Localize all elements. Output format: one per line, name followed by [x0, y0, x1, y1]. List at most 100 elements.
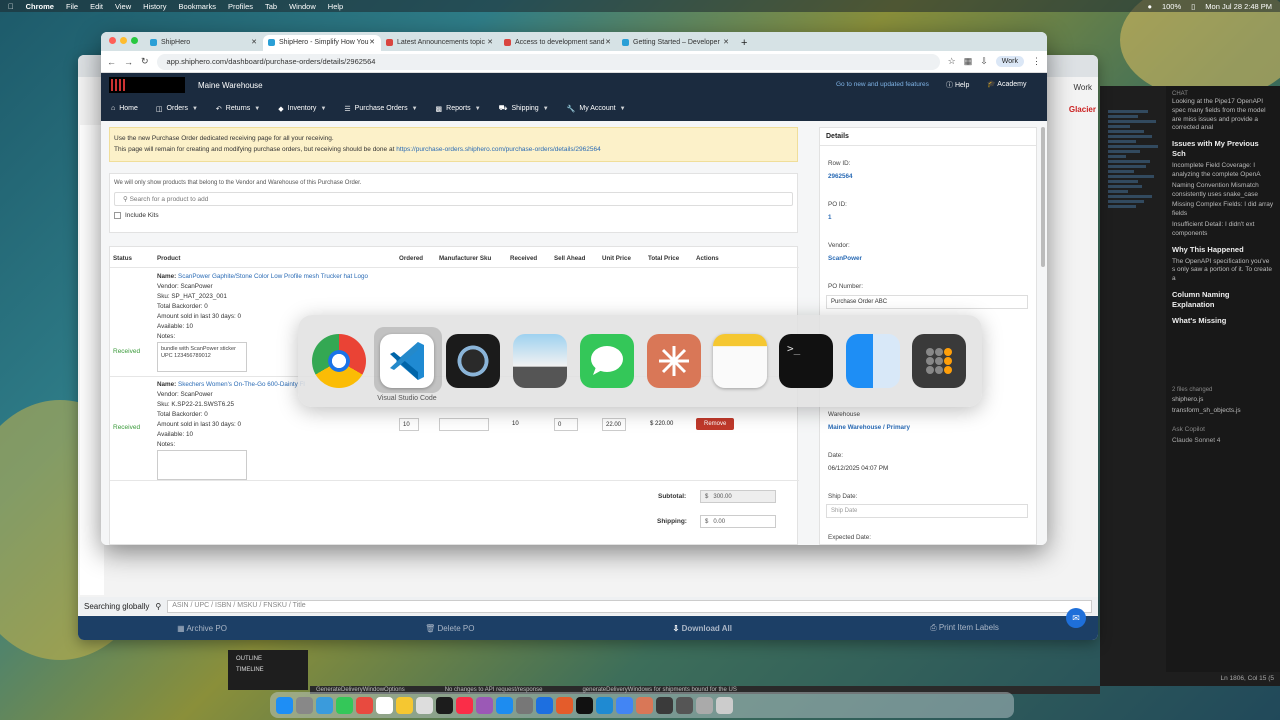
claude-icon[interactable]	[647, 334, 701, 388]
tab-shiphero-active[interactable]: ShipHero - Simplify How You ✕	[263, 35, 381, 51]
settings-icon[interactable]	[516, 696, 533, 714]
model-selector[interactable]: Claude Sonnet 4	[1172, 437, 1274, 446]
minimize-window-button[interactable]	[120, 37, 127, 44]
vendor-value[interactable]: ScanPower	[828, 255, 862, 262]
vscode-icon[interactable]	[380, 334, 434, 388]
print-labels-button[interactable]: ⎙ Print Item Labels	[930, 623, 999, 633]
safari-icon[interactable]	[316, 696, 333, 714]
product-link[interactable]: ScanPower Gaphite/Stone Color Low Profil…	[178, 273, 368, 280]
notes-icon[interactable]	[396, 696, 413, 714]
battery-percent[interactable]: 100%	[1162, 2, 1181, 11]
remove-button[interactable]: Remove	[696, 418, 735, 430]
battery-icon[interactable]: ▯	[1191, 2, 1195, 11]
app-store-icon[interactable]	[496, 696, 513, 714]
tab-sandbox[interactable]: Access to development sand ✕	[499, 35, 617, 51]
po-number-input[interactable]: Purchase Order ABC	[826, 295, 1028, 309]
finder-icon[interactable]	[276, 696, 293, 714]
page-scrollbar[interactable]	[1041, 127, 1045, 267]
changed-file[interactable]: transform_sh_objects.js	[1172, 407, 1274, 416]
row-id-value[interactable]: 2962564	[828, 173, 853, 180]
profile-button[interactable]: Work	[995, 56, 1024, 67]
menu-bookmarks[interactable]: Bookmarks	[178, 2, 216, 11]
notes-field[interactable]	[157, 450, 247, 480]
close-tab-icon[interactable]: ✕	[723, 38, 729, 46]
receiving-page-link[interactable]: https://purchase-orders.shiphero.com/pur…	[396, 146, 601, 153]
include-kits-checkbox[interactable]	[114, 212, 121, 219]
nav-orders[interactable]: ◫ Orders ▼	[156, 104, 198, 113]
wifi-icon[interactable]: ●	[1147, 2, 1152, 11]
menu-file[interactable]: File	[66, 2, 78, 11]
close-tab-icon[interactable]: ✕	[251, 38, 257, 46]
messages-icon[interactable]	[580, 334, 634, 388]
new-tab-button[interactable]: +	[735, 37, 753, 51]
close-tab-icon[interactable]: ✕	[487, 38, 493, 46]
messages-icon[interactable]	[336, 696, 353, 714]
support-chat-icon[interactable]: ✉	[1066, 608, 1086, 628]
close-tab-icon[interactable]: ✕	[605, 38, 611, 46]
back-icon[interactable]: ←	[107, 57, 116, 67]
apple-icon[interactable]: 	[8, 2, 14, 11]
reminders-icon[interactable]	[416, 696, 433, 714]
nav-my-account[interactable]: 🔧 My Account ▼	[567, 104, 626, 113]
menu-profiles[interactable]: Profiles	[228, 2, 253, 11]
vscode-icon[interactable]	[596, 696, 613, 714]
download-icon[interactable]: ⇩	[980, 56, 988, 67]
calculator-icon[interactable]	[912, 334, 966, 388]
sell-ahead-input[interactable]: 0	[554, 418, 578, 431]
help-button[interactable]: ⓘ Help	[946, 80, 969, 90]
clock[interactable]: Mon Jul 28 2:48 PM	[1205, 2, 1272, 11]
po-id-value[interactable]: 1	[828, 214, 832, 221]
quicktime-icon[interactable]	[446, 334, 500, 388]
downloads-icon[interactable]	[696, 696, 713, 714]
notes-field[interactable]: bundle with ScanPower sticker UPC 123456…	[157, 342, 247, 372]
extensions-icon[interactable]: ▦	[964, 56, 973, 67]
close-window-button[interactable]	[109, 37, 116, 44]
product-search-input[interactable]: ⚲ Search for a product to add	[114, 192, 793, 206]
academy-button[interactable]: 🎓 Academy	[987, 80, 1026, 88]
menu-app-name[interactable]: Chrome	[26, 2, 54, 11]
preview-icon[interactable]	[676, 696, 693, 714]
reload-icon[interactable]: ↻	[141, 56, 149, 67]
chrome-icon[interactable]	[616, 696, 633, 714]
shiphero-logo[interactable]	[109, 77, 185, 93]
podcasts-icon[interactable]	[476, 696, 493, 714]
calculator-icon[interactable]	[656, 696, 673, 714]
nav-inventory[interactable]: ◆ Inventory ▼	[278, 104, 326, 113]
finder-icon[interactable]	[846, 334, 900, 388]
nav-home[interactable]: ⌂ Home	[111, 104, 138, 113]
warehouse-name[interactable]: Maine Warehouse	[198, 81, 263, 90]
timeline-section[interactable]: TIMELINE	[236, 665, 300, 676]
global-search-input[interactable]: ASIN / UPC / ISBN / MSKU / FNSKU / Title	[167, 599, 1092, 613]
unit-price-input[interactable]: 22.00	[602, 418, 626, 431]
mail-icon[interactable]	[536, 696, 553, 714]
tab-getting-started[interactable]: Getting Started – Developer ✕	[617, 35, 735, 51]
tab-shiphero[interactable]: ShipHero ✕	[145, 35, 263, 51]
zoom-window-button[interactable]	[131, 37, 138, 44]
firefox-icon[interactable]	[556, 696, 573, 714]
chrome-icon[interactable]	[312, 334, 366, 388]
outline-section[interactable]: OUTLINE	[236, 654, 300, 665]
changed-file[interactable]: shiphero.js	[1172, 396, 1274, 405]
launchpad-icon[interactable]	[296, 696, 313, 714]
music-icon[interactable]	[456, 696, 473, 714]
menu-window[interactable]: Window	[289, 2, 316, 11]
download-all-button[interactable]: ⇩ Download All	[673, 624, 732, 633]
more-menu-icon[interactable]: ⋮	[1032, 56, 1041, 67]
menu-history[interactable]: History	[143, 2, 166, 11]
trash-icon[interactable]	[716, 696, 733, 714]
nav-returns[interactable]: ↶ Returns ▼	[216, 104, 260, 113]
bookmark-star-icon[interactable]: ☆	[948, 56, 956, 67]
menu-help[interactable]: Help	[328, 2, 343, 11]
calendar-icon[interactable]	[376, 696, 393, 714]
claude-icon[interactable]	[636, 696, 653, 714]
nav-reports[interactable]: ▩ Reports ▼	[436, 104, 481, 113]
menu-edit[interactable]: Edit	[90, 2, 103, 11]
menu-tab[interactable]: Tab	[265, 2, 277, 11]
profile-button[interactable]: Work	[1073, 83, 1092, 92]
delete-po-button[interactable]: 🗑 Delete PO	[425, 624, 474, 633]
warehouse-value[interactable]: Maine Warehouse / Primary	[828, 424, 910, 431]
photos-icon[interactable]	[356, 696, 373, 714]
ordered-input[interactable]: 10	[399, 418, 419, 431]
url-field[interactable]: app.shiphero.com/dashboard/purchase-orde…	[156, 53, 940, 70]
new-features-link[interactable]: Go to new and updated features	[836, 81, 929, 88]
